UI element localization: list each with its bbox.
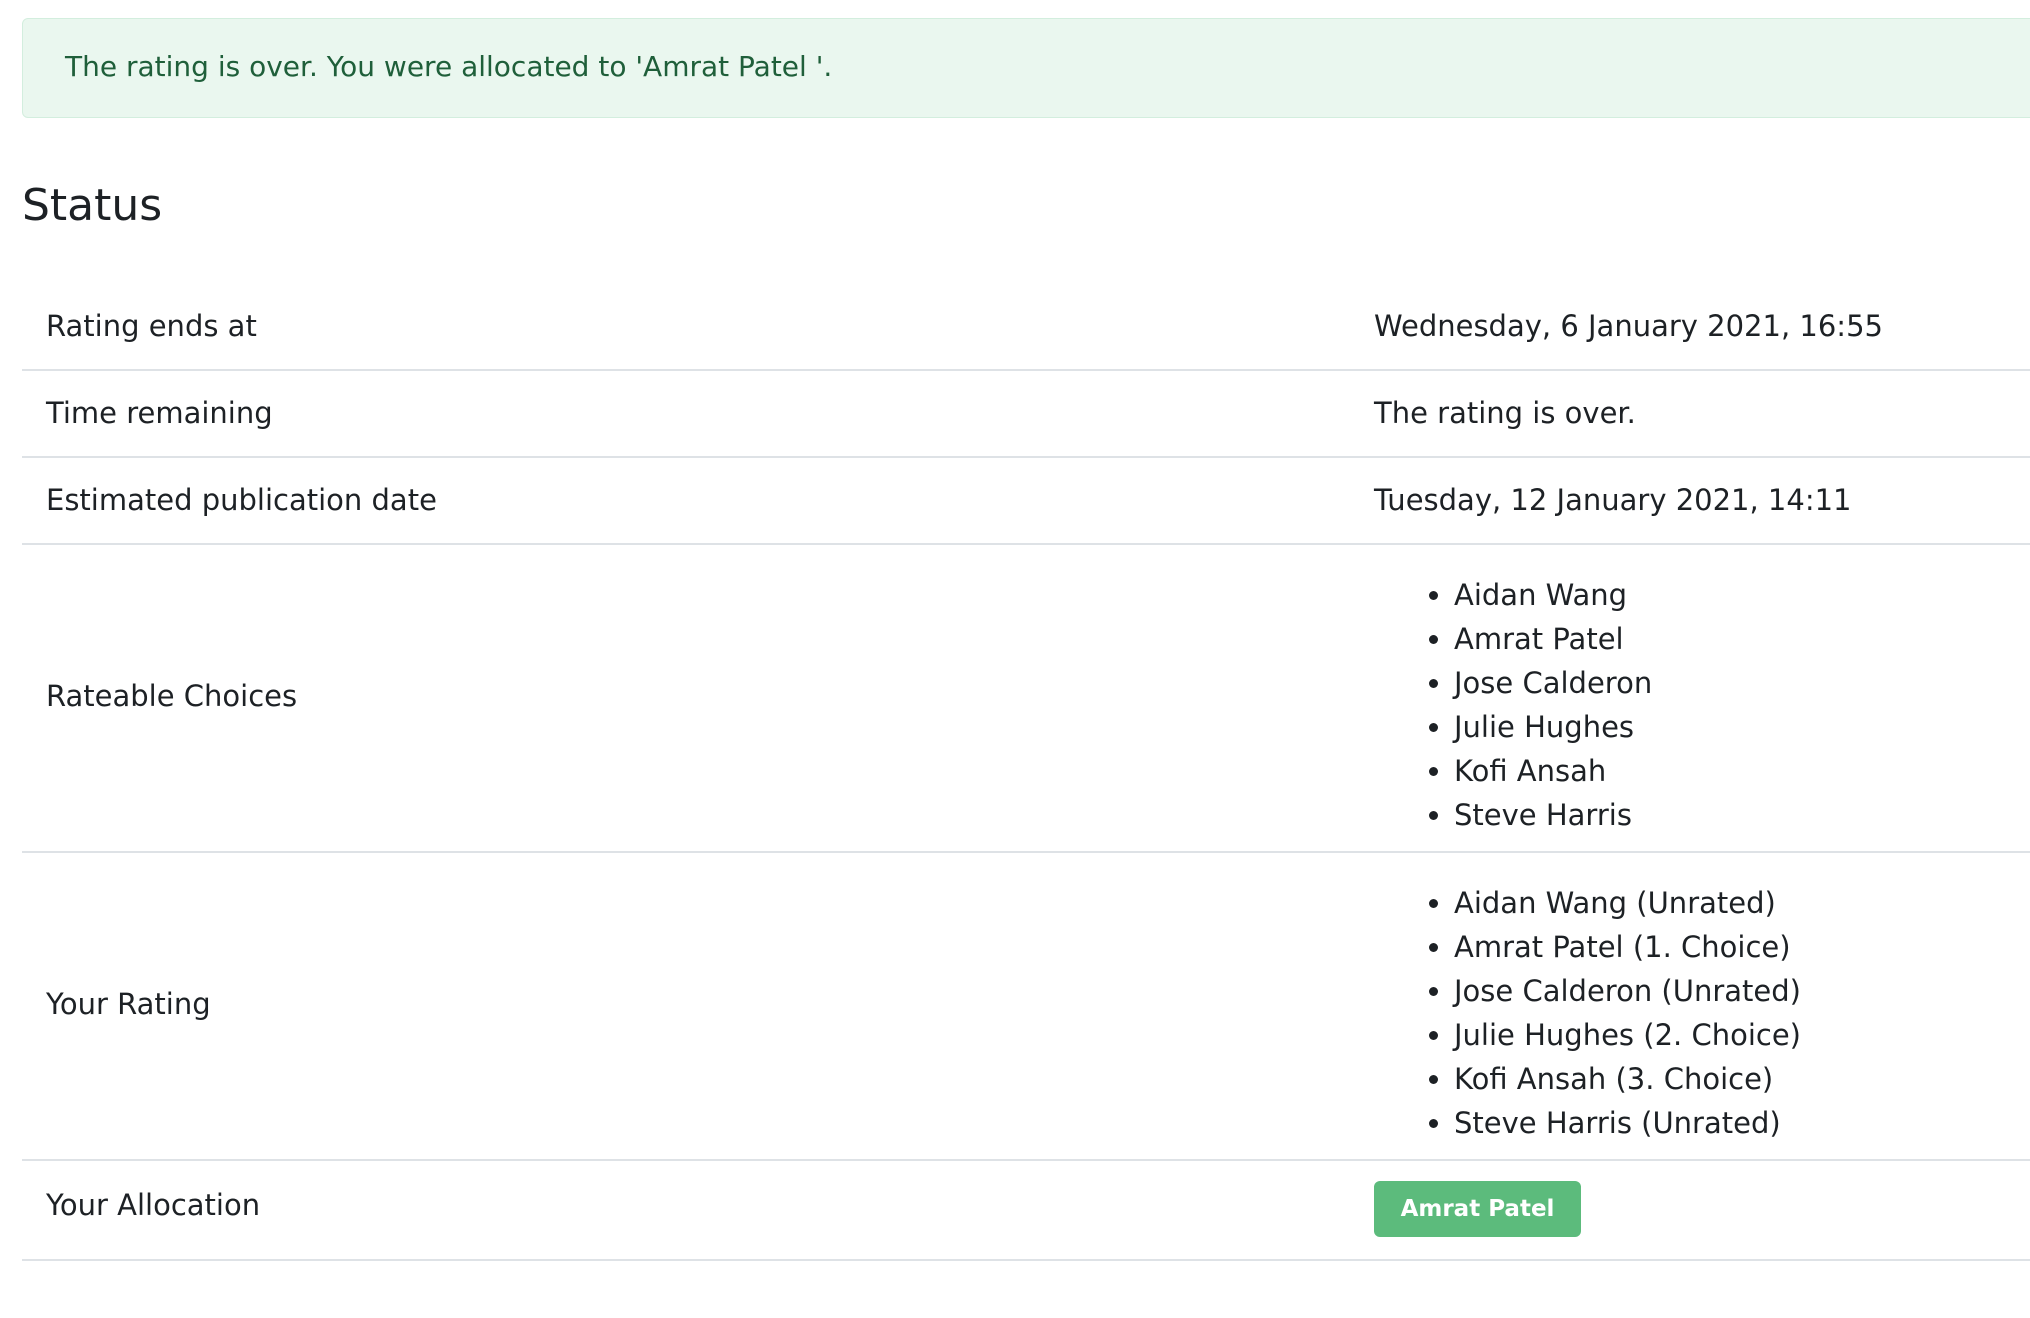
page: The rating is over. You were allocated t… [0,0,2030,1318]
list-item: Julie Hughes (2. Choice) [1454,1013,1801,1057]
allocation-alert: The rating is over. You were allocated t… [22,18,2030,118]
list-item: Aidan Wang [1454,573,1652,617]
list-item: Kofi Ansah [1454,749,1652,793]
table-row-publication-date: Estimated publication date Tuesday, 12 J… [22,458,2030,545]
status-table: Rating ends at Wednesday, 6 January 2021… [22,284,2030,1261]
table-row-your-rating: Your Rating Aidan Wang (Unrated) Amrat P… [22,853,2030,1161]
your-rating-label: Your Rating [46,987,211,1021]
rateable-choices-list: Aidan Wang Amrat Patel Jose Calderon Jul… [1374,573,1652,837]
list-item: Aidan Wang (Unrated) [1454,881,1801,925]
list-item: Steve Harris [1454,793,1652,837]
publication-date-label: Estimated publication date [46,483,437,517]
list-item: Jose Calderon (Unrated) [1454,969,1801,1013]
rateable-choices-label: Rateable Choices [46,679,298,713]
time-remaining-label: Time remaining [46,396,273,430]
time-remaining-value: The rating is over. [1374,396,1636,430]
table-row-time-remaining: Time remaining The rating is over. [22,371,2030,458]
rating-ends-label: Rating ends at [46,309,257,343]
list-item: Kofi Ansah (3. Choice) [1454,1057,1801,1101]
list-item: Jose Calderon [1454,661,1652,705]
list-item: Amrat Patel [1454,617,1652,661]
your-rating-list: Aidan Wang (Unrated) Amrat Patel (1. Cho… [1374,881,1801,1145]
allocation-badge: Amrat Patel [1374,1181,1581,1237]
rating-ends-value: Wednesday, 6 January 2021, 16:55 [1374,309,1883,343]
your-allocation-label: Your Allocation [46,1188,261,1222]
table-row-rating-ends: Rating ends at Wednesday, 6 January 2021… [22,284,2030,371]
list-item: Steve Harris (Unrated) [1454,1101,1801,1145]
table-row-rateable-choices: Rateable Choices Aidan Wang Amrat Patel … [22,545,2030,853]
publication-date-value: Tuesday, 12 January 2021, 14:11 [1374,483,1852,517]
list-item: Amrat Patel (1. Choice) [1454,925,1801,969]
list-item: Julie Hughes [1454,705,1652,749]
table-row-your-allocation: Your Allocation Amrat Patel [22,1161,2030,1261]
page-title: Status [22,180,163,231]
